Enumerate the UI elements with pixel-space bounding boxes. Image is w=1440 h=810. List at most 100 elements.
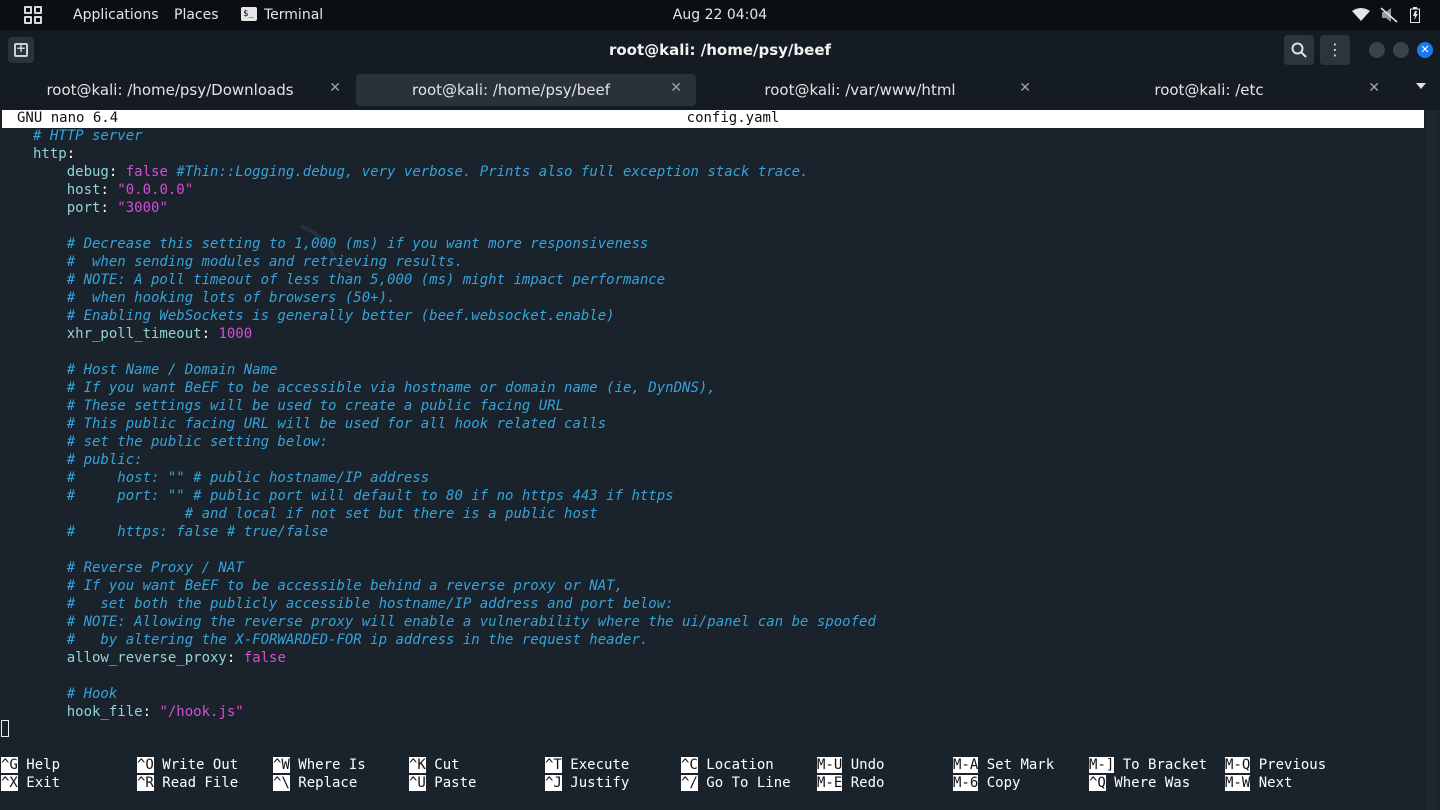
shortcut-cut[interactable]: ^K Cut (409, 756, 460, 774)
apps-grid-icon[interactable] (24, 6, 42, 24)
shortcut-where-was[interactable]: ^Q Where Was (1089, 774, 1190, 792)
tab-close-icon[interactable]: ✕ (670, 80, 682, 96)
shortcut-key: ^T (545, 757, 562, 773)
shortcut-location[interactable]: ^C Location (681, 756, 774, 774)
shortcut-exit[interactable]: ^X Exit (1, 774, 60, 792)
shortcut-bar: ^G Help ^X Exit ^O Write Out ^R Read File ^W… (0, 756, 1440, 796)
shortcut-key: M-A (953, 757, 979, 773)
tab-downloads[interactable]: root@kali: /home/psy/Downloads ✕ (15, 74, 355, 106)
shortcut-paste[interactable]: ^U Paste (409, 774, 476, 792)
comment-text: # when hooking lots of browsers (50+). (66, 290, 396, 306)
comment-text: # HTTP server (33, 128, 143, 144)
editor-line: # Host Name / Domain Name (33, 361, 278, 379)
shortcut-execute[interactable]: ^T Execute (545, 756, 629, 774)
editor-line: # Hook (33, 685, 118, 703)
terminal-app-icon[interactable]: $_ (241, 7, 257, 21)
punctuation: : (66, 146, 76, 162)
terminal-app-menu[interactable]: Terminal (264, 7, 323, 23)
shortcut-help[interactable]: ^G Help (1, 756, 60, 774)
editor-line: debug: false #Thin::Logging.debug, very … (33, 163, 809, 181)
tab-beef[interactable]: root@kali: /home/psy/beef ✕ (356, 74, 696, 106)
wifi-icon[interactable] (1352, 8, 1370, 22)
shortcut-next[interactable]: M-W Next (1225, 774, 1292, 792)
minimize-button[interactable] (1369, 42, 1385, 58)
comment-text: # host: "" # public hostname/IP address (66, 470, 430, 486)
shortcut-read-file[interactable]: ^R Read File (137, 774, 238, 792)
punctuation: : (142, 704, 160, 720)
maximize-button[interactable] (1393, 42, 1409, 58)
shortcut-copy[interactable]: M-6 Copy (953, 774, 1020, 792)
editor-line: # HTTP server (33, 127, 143, 145)
tab-close-icon[interactable]: ✕ (1368, 80, 1380, 96)
shortcut-write-out[interactable]: ^O Write Out (137, 756, 238, 774)
tab-bar: root@kali: /home/psy/Downloads ✕ root@ka… (0, 70, 1440, 110)
shortcut-label: Paste (425, 775, 477, 791)
menu-button[interactable]: ⋮ (1320, 35, 1350, 65)
file-name: config.yaml (686, 110, 780, 126)
shortcut-redo[interactable]: M-E Redo (817, 774, 884, 792)
editor-line: # https: false # true/false (33, 523, 328, 541)
close-window-button[interactable]: ✕ (1417, 42, 1433, 58)
shortcut-label: Undo (842, 757, 885, 773)
shortcut-label: Cut (425, 757, 460, 773)
editor-line: # host: "" # public hostname/IP address (33, 469, 429, 487)
tab-close-icon[interactable]: ✕ (329, 80, 341, 96)
comment-text: # Hook (66, 686, 118, 702)
shortcut-key: M-Q (1225, 757, 1251, 773)
shortcut-key: ^/ (681, 775, 698, 791)
applications-menu[interactable]: Applications (73, 7, 159, 23)
tab-close-icon[interactable]: ✕ (1019, 80, 1031, 96)
tab-label: root@kali: /var/www/html (764, 81, 956, 99)
new-tab-button[interactable]: + (8, 37, 34, 63)
shortcut-where-is[interactable]: ^W Where Is (273, 756, 366, 774)
punctuation: : (100, 182, 118, 198)
nano-header: GNU nano 6.4 config.yaml (2, 110, 1424, 128)
shortcut-justify[interactable]: ^J Justify (545, 774, 629, 792)
shortcut-key: ^K (409, 757, 426, 773)
yaml-key: http (33, 146, 67, 162)
shortcut-label: Previous (1250, 757, 1327, 773)
yaml-key: debug (66, 164, 109, 180)
shortcut-set-mark[interactable]: M-A Set Mark (953, 756, 1054, 774)
shortcut-label: Replace (289, 775, 358, 791)
shortcut-key: ^G (1, 757, 18, 773)
scrollbar[interactable] (1426, 110, 1436, 810)
shortcut-key: M-] (1089, 757, 1115, 773)
shortcut-label: Exit (17, 775, 61, 791)
shortcut-go-to-line[interactable]: ^/ Go To Line (681, 774, 791, 792)
tabs-dropdown-icon[interactable] (1416, 83, 1426, 89)
shortcut-label: To Bracket (1114, 757, 1208, 773)
comment-text: # set the public setting below: (66, 434, 329, 450)
editor-line: # and local if not set but there is a pu… (33, 505, 598, 523)
shortcut-replace[interactable]: ^\ Replace (273, 774, 357, 792)
tab-etc[interactable]: root@kali: /etc ✕ (1054, 74, 1394, 106)
shortcut-label: Read File (153, 775, 239, 791)
search-button[interactable] (1284, 35, 1314, 65)
terminal-area[interactable]: GNU nano 6.4 config.yaml # HTTP server ht… (0, 110, 1440, 810)
comment-text: # and local if not set but there is a pu… (66, 506, 598, 522)
shortcut-key: M-6 (953, 775, 979, 791)
close-icon: ✕ (1420, 43, 1430, 56)
mute-icon[interactable] (1380, 7, 1398, 23)
places-menu[interactable]: Places (174, 7, 219, 23)
comment-text: # Host Name / Domain Name (66, 362, 278, 378)
editor-line: http: (33, 145, 75, 163)
tab-var-www-html[interactable]: root@kali: /var/www/html ✕ (705, 74, 1045, 106)
shortcut-to-bracket[interactable]: M-] To Bracket (1089, 756, 1207, 774)
shortcut-previous[interactable]: M-Q Previous (1225, 756, 1326, 774)
editor-line: # port: "" # public port will default to… (33, 487, 674, 505)
editor-line: hook_file: "/hook.js" (33, 703, 244, 721)
comment-text: # This public facing URL will be used fo… (66, 416, 607, 432)
battery-icon[interactable] (1410, 7, 1420, 23)
shortcut-undo[interactable]: M-U Undo (817, 756, 884, 774)
